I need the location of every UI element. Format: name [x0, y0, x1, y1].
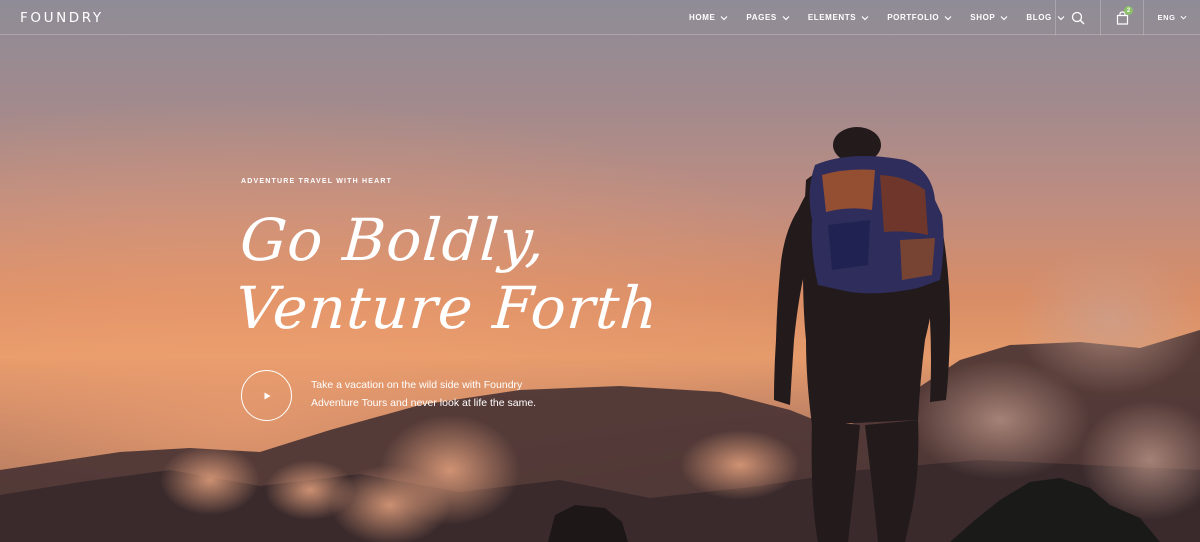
- chevron-down-icon: [1000, 15, 1008, 20]
- chevron-down-icon: [944, 15, 952, 20]
- language-selector[interactable]: ENG: [1144, 0, 1200, 35]
- play-video-button[interactable]: [241, 370, 292, 421]
- hero-tagline-line: Adventure Tours and never look at life t…: [311, 397, 537, 409]
- nav-item-label: BLOG: [1026, 13, 1052, 22]
- hero-tagline-line: Take a vacation on the wild side with Fo…: [311, 379, 523, 391]
- chevron-down-icon: [720, 15, 728, 20]
- top-navbar: FOUNDRY HOME PAGES ELEMENTS PORTFOLIO SH…: [0, 0, 1200, 35]
- nav-item-home[interactable]: HOME: [689, 13, 728, 22]
- nav-item-label: HOME: [689, 13, 716, 22]
- chevron-down-icon: [861, 15, 869, 20]
- nav-item-label: PAGES: [746, 13, 777, 22]
- nav-item-label: ELEMENTS: [807, 13, 857, 22]
- hero-headline-line: Go Boldly,: [238, 206, 548, 274]
- main-menu: HOME PAGES ELEMENTS PORTFOLIO SHOP BLOG: [689, 0, 1083, 35]
- nav-item-pages[interactable]: PAGES: [746, 13, 790, 22]
- chevron-down-icon: [1180, 15, 1187, 20]
- search-button[interactable]: [1056, 0, 1100, 35]
- chevron-down-icon: [782, 15, 790, 20]
- hero-eyebrow: ADVENTURE TRAVEL WITH HEART: [241, 178, 393, 185]
- brand-logo[interactable]: FOUNDRY: [20, 10, 104, 26]
- hero-headline: Go Boldly, Venture Forth: [233, 206, 665, 342]
- cart-button[interactable]: 2: [1101, 0, 1143, 35]
- search-icon: [1071, 11, 1085, 24]
- cart-count-badge: 2: [1124, 6, 1133, 15]
- nav-item-portfolio[interactable]: PORTFOLIO: [887, 13, 952, 22]
- hero-headline-line: Venture Forth: [233, 274, 661, 342]
- language-label: ENG: [1157, 13, 1176, 22]
- play-icon: [264, 392, 270, 399]
- nav-item-label: SHOP: [970, 13, 996, 22]
- nav-item-shop[interactable]: SHOP: [970, 13, 1008, 22]
- nav-item-elements[interactable]: ELEMENTS: [808, 13, 869, 22]
- hero-tagline: Take a vacation on the wild side with Fo…: [311, 376, 571, 412]
- nav-item-label: PORTFOLIO: [887, 13, 940, 22]
- hero-section: FOUNDRY HOME PAGES ELEMENTS PORTFOLIO SH…: [0, 0, 1200, 542]
